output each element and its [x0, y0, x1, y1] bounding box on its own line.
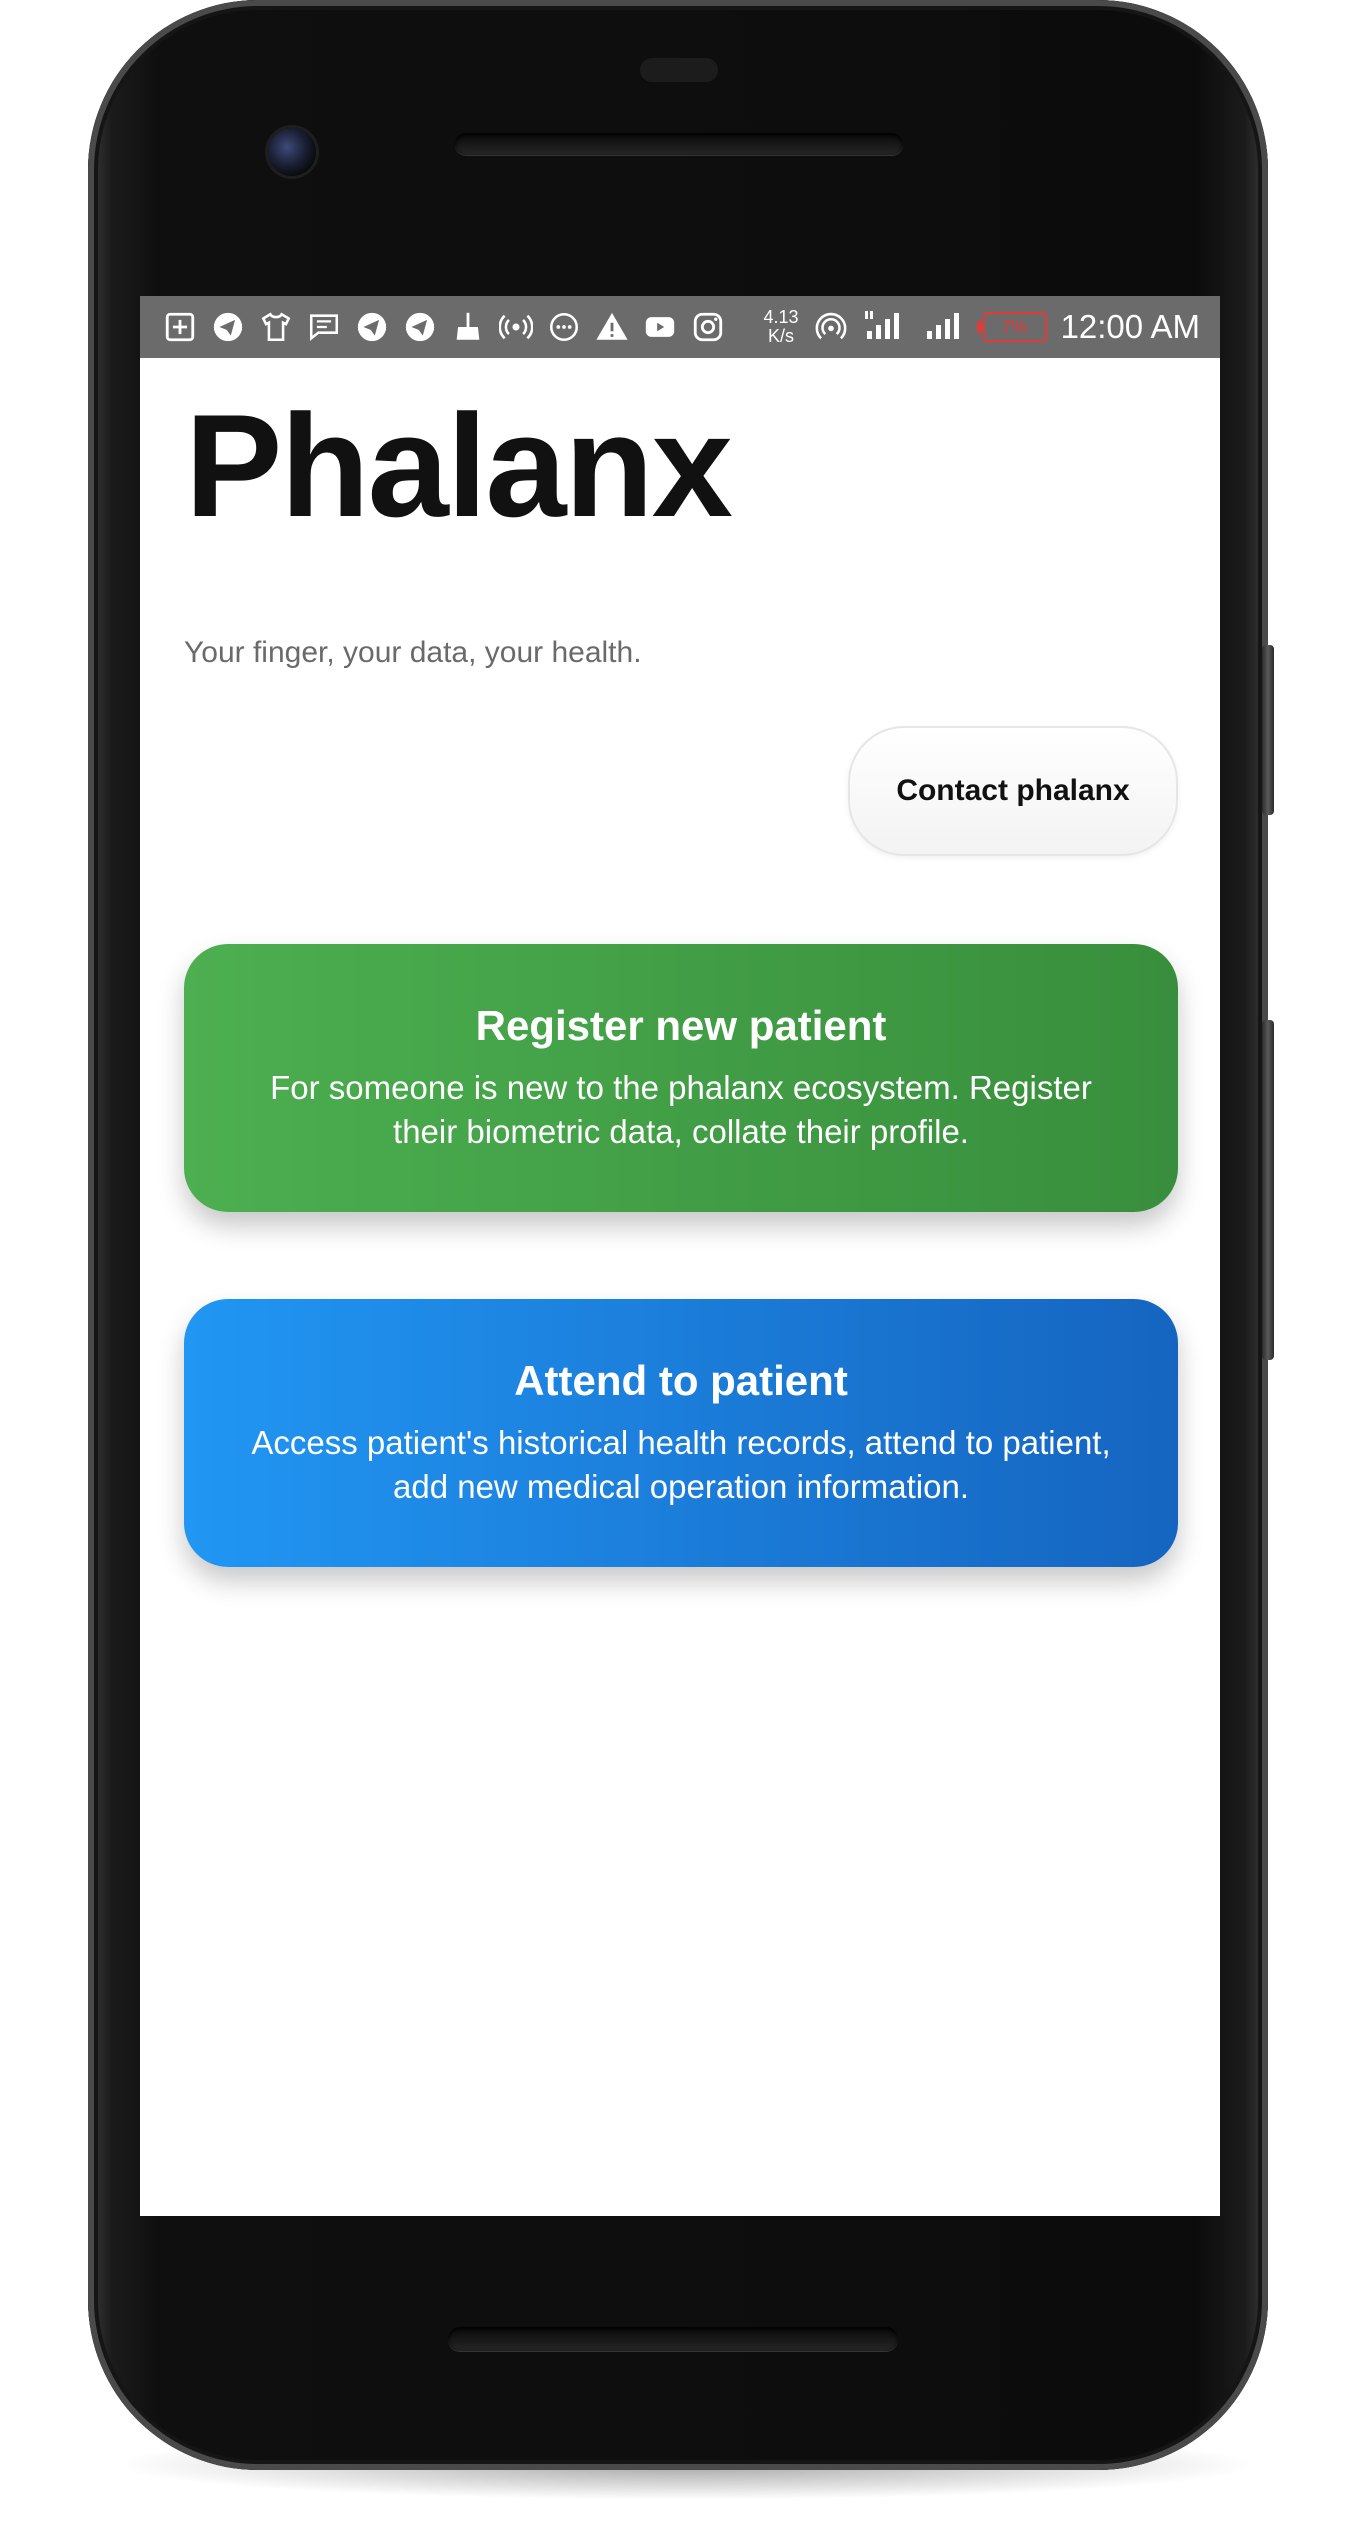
broadcast-icon: [498, 310, 534, 344]
instagram-icon: [690, 310, 726, 344]
volume-button: [1262, 1020, 1274, 1360]
telegram-icon: [210, 310, 246, 344]
shirt-icon: [258, 310, 294, 344]
status-bar: 4.13 K/s 7% 12:00 AM: [140, 296, 1220, 358]
message-icon: [306, 310, 342, 344]
bottom-speaker: [448, 2327, 898, 2351]
network-speed-value: 4.13: [763, 307, 799, 327]
network-speed-unit: K/s: [768, 326, 795, 346]
earpiece-speaker: [455, 133, 903, 155]
register-new-patient-card[interactable]: Register new patient For someone is new …: [184, 944, 1178, 1212]
register-card-title: Register new patient: [475, 1002, 887, 1049]
hotspot-icon: [813, 310, 849, 344]
broom-icon: [450, 310, 486, 344]
network-speed: 4.13 K/s: [764, 308, 799, 346]
power-button: [1262, 645, 1274, 815]
status-clock: 12:00 AM: [1060, 308, 1200, 345]
proximity-sensor: [640, 58, 718, 82]
attend-to-patient-card[interactable]: Attend to patient Access patient's histo…: [184, 1299, 1178, 1567]
attend-card-title: Attend to patient: [514, 1357, 848, 1404]
battery-indicator: 7%: [976, 312, 1047, 342]
plus-box-icon: [162, 310, 198, 344]
warning-icon: [594, 310, 630, 344]
app-screen: 4.13 K/s 7% 12:00 AM Phalanx Your finger…: [140, 296, 1220, 2216]
notification-icons: [162, 310, 726, 344]
register-card-description: For someone is new to the phalanx ecosys…: [270, 1069, 1092, 1150]
contact-phalanx-button[interactable]: Contact phalanx: [848, 726, 1178, 856]
app-tagline: Your finger, your data, your health.: [184, 636, 642, 669]
status-bar-right: 4.13 K/s 7% 12:00 AM: [764, 296, 1200, 358]
telegram-icon: [402, 310, 438, 344]
front-camera: [268, 128, 316, 176]
chat-bubble-icon: [546, 310, 582, 344]
signal-sim1-icon: [863, 309, 909, 346]
attend-card-description: Access patient's historical health recor…: [251, 1424, 1111, 1505]
signal-sim2-icon: [923, 309, 969, 346]
youtube-icon: [642, 310, 678, 344]
device-mockup: 4.13 K/s 7% 12:00 AM Phalanx Your finger…: [0, 0, 1370, 2534]
telegram-icon: [354, 310, 390, 344]
app-title: Phalanx: [185, 384, 733, 547]
